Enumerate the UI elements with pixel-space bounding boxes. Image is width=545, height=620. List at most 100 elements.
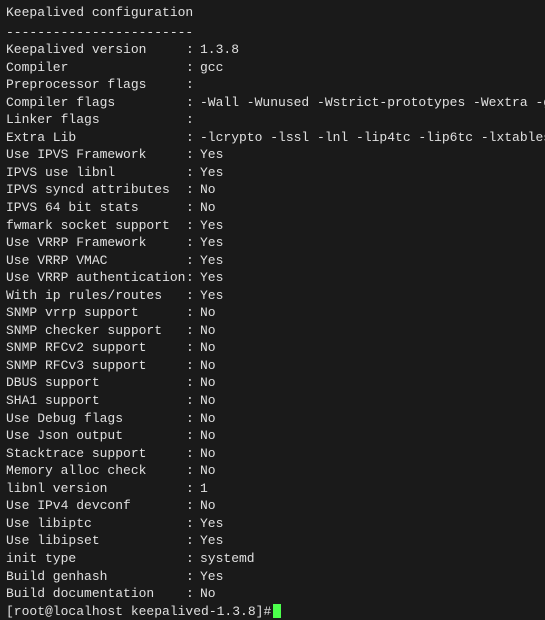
config-label: Compiler flags <box>6 94 186 112</box>
config-label: init type <box>6 550 186 568</box>
colon-separator: : <box>186 129 200 147</box>
config-label: SHA1 support <box>6 392 186 410</box>
config-row: Use libipset: Yes <box>6 532 539 550</box>
config-value: No <box>200 199 216 217</box>
config-value: No <box>200 374 216 392</box>
colon-separator: : <box>186 234 200 252</box>
colon-separator: : <box>186 94 200 112</box>
config-rows: Keepalived version: 1.3.8Compiler: gccPr… <box>6 41 539 603</box>
config-row: With ip rules/routes: Yes <box>6 287 539 305</box>
config-row: Memory alloc check: No <box>6 462 539 480</box>
config-value: No <box>200 427 216 445</box>
config-label: Keepalived version <box>6 41 186 59</box>
colon-separator: : <box>186 304 200 322</box>
colon-separator: : <box>186 339 200 357</box>
config-value: No <box>200 357 216 375</box>
config-row: DBUS support: No <box>6 374 539 392</box>
config-row: Keepalived version: 1.3.8 <box>6 41 539 59</box>
colon-separator: : <box>186 410 200 428</box>
config-row: Stacktrace support: No <box>6 445 539 463</box>
config-value: No <box>200 585 216 603</box>
config-value: No <box>200 304 216 322</box>
config-label: IPVS use libnl <box>6 164 186 182</box>
config-label: Build documentation <box>6 585 186 603</box>
colon-separator: : <box>186 392 200 410</box>
colon-separator: : <box>186 480 200 498</box>
config-label: SNMP RFCv3 support <box>6 357 186 375</box>
colon-separator: : <box>186 287 200 305</box>
colon-separator: : <box>186 497 200 515</box>
config-value: Yes <box>200 252 223 270</box>
colon-separator: : <box>186 462 200 480</box>
config-row: Use Json output: No <box>6 427 539 445</box>
colon-separator: : <box>186 59 200 77</box>
config-label: With ip rules/routes <box>6 287 186 305</box>
colon-separator: : <box>186 41 200 59</box>
colon-separator: : <box>186 164 200 182</box>
config-row: Compiler flags: -Wall -Wunused -Wstrict-… <box>6 94 539 112</box>
config-header: Keepalived configuration <box>6 4 539 22</box>
config-row: libnl version: 1 <box>6 480 539 498</box>
config-value: Yes <box>200 287 223 305</box>
config-value: gcc <box>200 59 223 77</box>
config-value: No <box>200 445 216 463</box>
config-label: SNMP RFCv2 support <box>6 339 186 357</box>
config-value: Yes <box>200 234 223 252</box>
config-label: IPVS 64 bit stats <box>6 199 186 217</box>
config-row: Preprocessor flags: <box>6 76 539 94</box>
colon-separator: : <box>186 76 200 94</box>
colon-separator: : <box>186 181 200 199</box>
config-label: SNMP checker support <box>6 322 186 340</box>
config-label: libnl version <box>6 480 186 498</box>
config-row: Linker flags: <box>6 111 539 129</box>
config-row: Build documentation: No <box>6 585 539 603</box>
config-value: -Wall -Wunused -Wstrict-prototypes -Wext… <box>200 94 545 112</box>
config-row: Use IPVS Framework: Yes <box>6 146 539 164</box>
config-row: Use IPv4 devconf: No <box>6 497 539 515</box>
config-row: SNMP vrrp support: No <box>6 304 539 322</box>
config-row: Build genhash: Yes <box>6 568 539 586</box>
colon-separator: : <box>186 111 200 129</box>
config-value: No <box>200 181 216 199</box>
config-label: Build genhash <box>6 568 186 586</box>
config-label: Use IPv4 devconf <box>6 497 186 515</box>
colon-separator: : <box>186 217 200 235</box>
config-row: init type: systemd <box>6 550 539 568</box>
config-label: Use IPVS Framework <box>6 146 186 164</box>
config-row: IPVS syncd attributes: No <box>6 181 539 199</box>
config-value: 1.3.8 <box>200 41 239 59</box>
colon-separator: : <box>186 532 200 550</box>
config-value: -lcrypto -lssl -lnl -lip4tc -lip6tc -lxt… <box>200 129 545 147</box>
colon-separator: : <box>186 374 200 392</box>
config-value: No <box>200 339 216 357</box>
config-label: Use libiptc <box>6 515 186 533</box>
shell-prompt-line[interactable]: [root@localhost keepalived-1.3.8]# <box>6 603 539 620</box>
config-row: fwmark socket support: Yes <box>6 217 539 235</box>
config-value: Yes <box>200 217 223 235</box>
config-label: Preprocessor flags <box>6 76 186 94</box>
config-row: SNMP checker support: No <box>6 322 539 340</box>
config-value: Yes <box>200 532 223 550</box>
config-value: Yes <box>200 568 223 586</box>
config-value: No <box>200 392 216 410</box>
config-label: DBUS support <box>6 374 186 392</box>
colon-separator: : <box>186 427 200 445</box>
config-label: SNMP vrrp support <box>6 304 186 322</box>
config-row: Use VRRP VMAC: Yes <box>6 252 539 270</box>
config-label: Use VRRP Framework <box>6 234 186 252</box>
config-value: Yes <box>200 164 223 182</box>
config-row: SHA1 support: No <box>6 392 539 410</box>
shell-prompt: [root@localhost keepalived-1.3.8]# <box>6 603 271 620</box>
config-label: Linker flags <box>6 111 186 129</box>
config-value: No <box>200 410 216 428</box>
config-value: Yes <box>200 269 223 287</box>
config-row: IPVS 64 bit stats: No <box>6 199 539 217</box>
colon-separator: : <box>186 585 200 603</box>
config-row: SNMP RFCv3 support: No <box>6 357 539 375</box>
config-label: Extra Lib <box>6 129 186 147</box>
colon-separator: : <box>186 357 200 375</box>
separator-line: ------------------------ <box>6 24 539 42</box>
config-value: Yes <box>200 146 223 164</box>
colon-separator: : <box>186 515 200 533</box>
colon-separator: : <box>186 445 200 463</box>
